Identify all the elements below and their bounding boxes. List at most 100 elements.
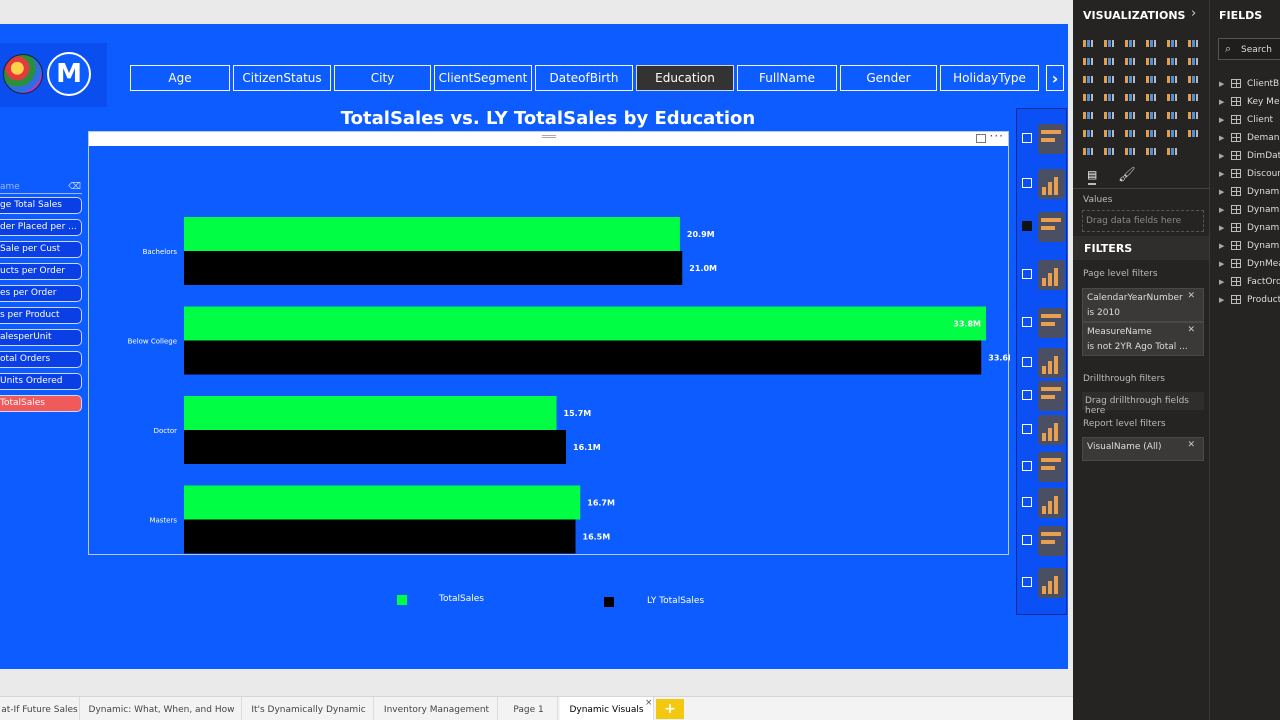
field-table-item[interactable]: ▶ Key Mea <box>1218 94 1280 112</box>
chevron-right-icon[interactable]: ▶ <box>1219 184 1224 200</box>
visualization-type-icon[interactable] <box>1144 54 1158 66</box>
visualization-type-icon[interactable] <box>1102 126 1116 138</box>
visualization-type-icon[interactable] <box>1165 72 1179 84</box>
donut-chart-icon[interactable] <box>1038 348 1065 378</box>
visualization-type-icon[interactable] <box>1123 54 1137 66</box>
drillthrough-drop-well[interactable]: Drag drillthrough fields here <box>1082 392 1204 416</box>
close-icon[interactable]: ✕ <box>1187 291 1195 301</box>
slicer-button-city[interactable]: City <box>334 65 431 91</box>
chevron-right-icon[interactable]: ▶ <box>1219 292 1224 308</box>
visualization-type-icon[interactable] <box>1102 54 1116 66</box>
measure-slicer-item[interactable]: der Placed per ... <box>0 219 82 236</box>
visualization-type-icon[interactable] <box>1186 72 1200 84</box>
chevron-right-icon[interactable]: › <box>1046 65 1064 91</box>
fields-well-icon[interactable]: ▤ <box>1088 167 1097 185</box>
visualization-type-icon[interactable] <box>1144 36 1158 48</box>
measure-slicer-item[interactable]: es per Order <box>0 285 82 302</box>
visualization-type-icon[interactable] <box>1144 90 1158 102</box>
measure-slicer-item[interactable]: TotalSales <box>0 395 82 412</box>
eraser-icon[interactable]: ⌫ <box>68 182 81 192</box>
field-table-item[interactable]: ▶ Client <box>1218 112 1280 130</box>
checkbox[interactable] <box>1022 577 1032 587</box>
visualization-type-icon[interactable] <box>1102 144 1116 156</box>
stacked-column-icon[interactable] <box>1038 308 1065 338</box>
chevron-right-icon[interactable]: › <box>1191 6 1196 21</box>
checkbox[interactable] <box>1022 535 1032 545</box>
checkbox[interactable] <box>1022 424 1032 434</box>
bar-totalsales-masters[interactable] <box>184 485 581 520</box>
stacked-bar-icon[interactable] <box>1038 169 1065 199</box>
bar-totalsales-below-college[interactable] <box>184 306 986 341</box>
visualization-type-icon[interactable] <box>1081 72 1095 84</box>
visualization-type-icon[interactable] <box>1102 72 1116 84</box>
measure-slicer-item[interactable]: ge Total Sales <box>0 197 82 214</box>
measure-slicer-item[interactable]: otal Orders <box>0 351 82 368</box>
checkbox[interactable] <box>1022 390 1032 400</box>
field-table-item[interactable]: ▶ Discount <box>1218 166 1280 184</box>
paint-roller-icon[interactable]: 🖌 <box>1118 167 1136 183</box>
visualization-type-icon[interactable] <box>1144 72 1158 84</box>
visualization-type-icon[interactable] <box>1144 144 1158 156</box>
measure-slicer-item[interactable]: Units Ordered <box>0 373 82 390</box>
bar-ly-totalsales-bachelors[interactable] <box>184 251 683 285</box>
visualization-type-icon[interactable] <box>1186 108 1200 120</box>
visualization-type-icon[interactable] <box>1123 90 1137 102</box>
checkbox[interactable] <box>1022 178 1032 188</box>
visualization-type-icon[interactable] <box>1081 108 1095 120</box>
visualization-type-icon[interactable] <box>1081 36 1095 48</box>
close-icon[interactable]: ✕ <box>1187 440 1195 450</box>
slicer-button-citizenstatus[interactable]: CitizenStatus <box>233 65 331 91</box>
pie-chart-icon[interactable] <box>1038 488 1065 518</box>
bar-totalsales-doctor[interactable] <box>184 396 557 430</box>
visualization-type-icon[interactable] <box>1123 108 1137 120</box>
checkbox[interactable] <box>1022 317 1032 327</box>
slicer-button-holidaytype[interactable]: HolidayType <box>940 65 1039 91</box>
bar-ly-totalsales-masters[interactable] <box>184 519 576 554</box>
checkbox[interactable] <box>1022 133 1032 143</box>
chevron-right-icon[interactable]: ▶ <box>1219 274 1224 290</box>
visualization-type-icon[interactable] <box>1123 72 1137 84</box>
chevron-right-icon[interactable]: ▶ <box>1219 148 1224 164</box>
visualization-type-icon[interactable] <box>1102 90 1116 102</box>
slicer-button-education[interactable]: Education <box>636 65 734 91</box>
filter-card-visual-name[interactable]: VisualName (All) ✕ <box>1082 437 1204 461</box>
values-drop-well[interactable]: Drag data fields here <box>1082 210 1204 232</box>
field-table-item[interactable]: ▶ Products <box>1218 292 1280 310</box>
field-table-item[interactable]: ▶ ClientBri <box>1218 76 1280 94</box>
measure-slicer-item[interactable]: s per Product <box>0 307 82 324</box>
slicer-button-dateofbirth[interactable]: DateofBirth <box>535 65 633 91</box>
chevron-right-icon[interactable]: ▶ <box>1219 238 1224 254</box>
chevron-right-icon[interactable]: ▶ <box>1219 256 1224 272</box>
checkbox[interactable] <box>1022 269 1032 279</box>
visualization-type-icon[interactable] <box>1102 36 1116 48</box>
visualization-type-icon[interactable] <box>1165 36 1179 48</box>
visualization-type-icon[interactable] <box>1123 144 1137 156</box>
bar-chart-visual[interactable]: ··· Bachelors 20.9M 21.0M Below College 33.8… <box>88 129 1010 555</box>
visualization-type-icon[interactable] <box>1165 126 1179 138</box>
visualization-type-icon[interactable] <box>1186 54 1200 66</box>
checkbox[interactable] <box>1022 497 1032 507</box>
chevron-right-icon[interactable]: ▶ <box>1219 112 1224 128</box>
table-visual-icon[interactable] <box>1038 452 1065 482</box>
visualization-type-icon[interactable] <box>1081 90 1095 102</box>
field-table-item[interactable]: ▶ DynMea <box>1218 256 1280 274</box>
page-tab-dynamic-what-when-and-how[interactable]: Dynamic: What, When, and How <box>82 697 242 720</box>
field-table-item[interactable]: ▶ FactOrde <box>1218 274 1280 292</box>
visualization-type-icon[interactable] <box>1165 144 1179 156</box>
visualization-type-icon[interactable] <box>1165 54 1179 66</box>
visualization-type-icon[interactable] <box>1165 108 1179 120</box>
visualization-type-icon[interactable] <box>1123 126 1137 138</box>
slicer-button-age[interactable]: Age <box>130 65 230 91</box>
chevron-right-icon[interactable]: ▶ <box>1219 94 1224 110</box>
ribbon-chart-icon[interactable] <box>1038 526 1065 556</box>
checkbox[interactable] <box>1022 461 1032 471</box>
checkbox[interactable] <box>1022 221 1032 231</box>
visualization-type-icon[interactable] <box>1123 36 1137 48</box>
page-tab-it-s-dynamically-dynamic[interactable]: It's Dynamically Dynamic <box>244 697 374 720</box>
slicer-button-clientsegment[interactable]: ClientSegment <box>434 65 532 91</box>
slicer-button-gender[interactable]: Gender <box>840 65 937 91</box>
chevron-right-icon[interactable]: ▶ <box>1219 220 1224 236</box>
measure-slicer-item[interactable]: alesperUnit <box>0 329 82 346</box>
measure-slicer-item[interactable]: Sale per Cust <box>0 241 82 258</box>
line-chart-icon[interactable] <box>1038 381 1065 411</box>
